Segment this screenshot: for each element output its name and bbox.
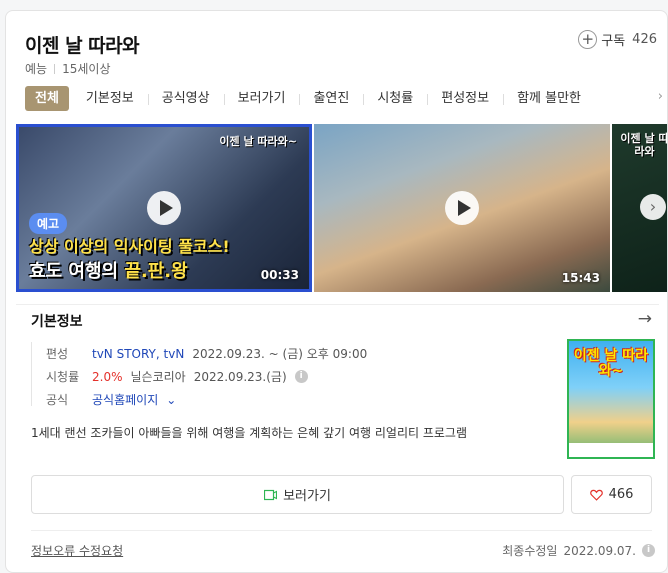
rating-row: 시청률 2.0% 닐슨코리아 2022.09.23.(금) i <box>31 365 571 388</box>
last-updated: 최종수정일 2022.09.07. i <box>502 542 655 559</box>
tab-basic-info[interactable]: 기본정보 <box>72 86 148 111</box>
subscribe-button[interactable]: + 구독 426 <box>578 30 657 49</box>
tab-cast[interactable]: 출연진 <box>299 86 363 111</box>
video-duration: 00:33 <box>260 268 299 282</box>
rating-date: 2022.09.23.(금) <box>193 370 287 384</box>
tab-all[interactable]: 전체 <box>25 86 69 111</box>
video-thumbnail[interactable]: 15:43 <box>314 124 610 292</box>
rating-source: 닐슨코리아 <box>130 370 186 384</box>
subscribe-count: 426 <box>632 32 657 47</box>
video-thumbnail[interactable]: 이젠 날 따라와 › <box>612 124 668 292</box>
rating-value: 2.0% <box>92 369 123 384</box>
like-count: 466 <box>608 487 634 502</box>
age-rating-label: 15세이상 <box>62 62 111 76</box>
program-info-card: 이젠 날 따라와 예능 15세이상 + 구독 426 전체 기본정보 공식영상 … <box>5 10 668 573</box>
meta-divider <box>54 63 56 74</box>
program-title[interactable]: 이젠 날 따라와 <box>25 31 140 58</box>
official-label: 공식 <box>46 393 69 407</box>
tab-ratings[interactable]: 시청률 <box>363 86 427 111</box>
play-screen-icon <box>264 489 278 500</box>
video-duration: 15:43 <box>561 271 600 285</box>
tab-bar: 전체 기본정보 공식영상 보러가기 출연진 시청률 편성정보 함께 볼만한 <box>25 86 595 111</box>
tab-scroll-fade: › <box>637 86 667 111</box>
broadcast-label: 편성 <box>46 347 69 361</box>
watch-label: 보러가기 <box>283 489 331 504</box>
genre-label: 예능 <box>25 62 48 76</box>
updated-date: 2022.09.07. <box>563 543 636 558</box>
video-thumbnail[interactable]: 이젠 날 따라와~ 예고 상상 이상의 익사이팅 풀코스! 효도 여행의 끝.판… <box>16 124 312 292</box>
play-icon[interactable] <box>146 190 182 226</box>
video-carousel: 이젠 날 따라와~ 예고 상상 이상의 익사이팅 풀코스! 효도 여행의 끝.판… <box>16 124 668 292</box>
program-poster[interactable]: 이젠 날 따라와~ <box>567 339 655 459</box>
basic-info-list: 편성 tvN STORY, tvN 2022.09.23. ~ (금) 오후 0… <box>31 342 571 411</box>
chevron-down-icon[interactable]: ⌄ <box>166 393 176 407</box>
rating-label: 시청률 <box>46 370 80 384</box>
poster-footer <box>569 443 653 457</box>
program-logo-overlay: 이젠 날 따라와~ <box>219 135 297 148</box>
official-row: 공식 공식홈페이지 ⌄ <box>31 388 571 411</box>
broadcast-schedule: 2022.09.23. ~ (금) 오후 09:00 <box>192 347 368 361</box>
section-title: 기본정보 <box>31 314 83 330</box>
tab-schedule[interactable]: 편성정보 <box>427 86 503 111</box>
arrow-right-icon[interactable]: → <box>638 309 652 329</box>
watch-button[interactable]: 보러가기 <box>31 475 564 514</box>
info-icon[interactable]: i <box>642 544 655 557</box>
thumbnail-caption-2: 효도 여행의 끝.판.왕 <box>29 261 188 282</box>
report-error-link[interactable]: 정보오류 수정요청 <box>31 542 123 559</box>
heart-icon <box>589 489 603 501</box>
poster-title: 이젠 날 따라와~ <box>573 348 649 379</box>
divider <box>16 304 659 305</box>
subscribe-label: 구독 <box>601 34 626 49</box>
tab-recommended[interactable]: 함께 볼만한 <box>503 86 595 111</box>
info-icon[interactable]: i <box>294 370 308 383</box>
chevron-right-icon[interactable]: › <box>658 89 663 104</box>
tab-official-videos[interactable]: 공식영상 <box>147 86 224 111</box>
program-meta: 예능 15세이상 <box>25 60 110 77</box>
carousel-next-button[interactable]: › <box>640 194 666 220</box>
broadcast-row: 편성 tvN STORY, tvN 2022.09.23. ~ (금) 오후 0… <box>31 342 571 365</box>
play-icon[interactable] <box>444 190 480 226</box>
like-button[interactable]: 466 <box>571 475 652 514</box>
plus-icon: + <box>578 30 598 49</box>
preview-badge: 예고 <box>29 213 68 234</box>
official-homepage-link[interactable]: 공식홈페이지 <box>92 391 158 408</box>
broadcast-channels[interactable]: tvN STORY, tvN <box>92 347 184 361</box>
divider <box>31 530 652 531</box>
thumbnail-caption: 상상 이상의 익사이팅 풀코스! <box>29 237 230 256</box>
tab-watch[interactable]: 보러가기 <box>223 86 300 111</box>
program-logo-overlay: 이젠 날 따라와 <box>620 132 668 159</box>
updated-label: 최종수정일 <box>502 544 558 558</box>
program-description: 1세대 랜선 조카들이 아빠들을 위해 여행을 계획하는 은혜 갚기 여행 리얼… <box>31 426 467 440</box>
